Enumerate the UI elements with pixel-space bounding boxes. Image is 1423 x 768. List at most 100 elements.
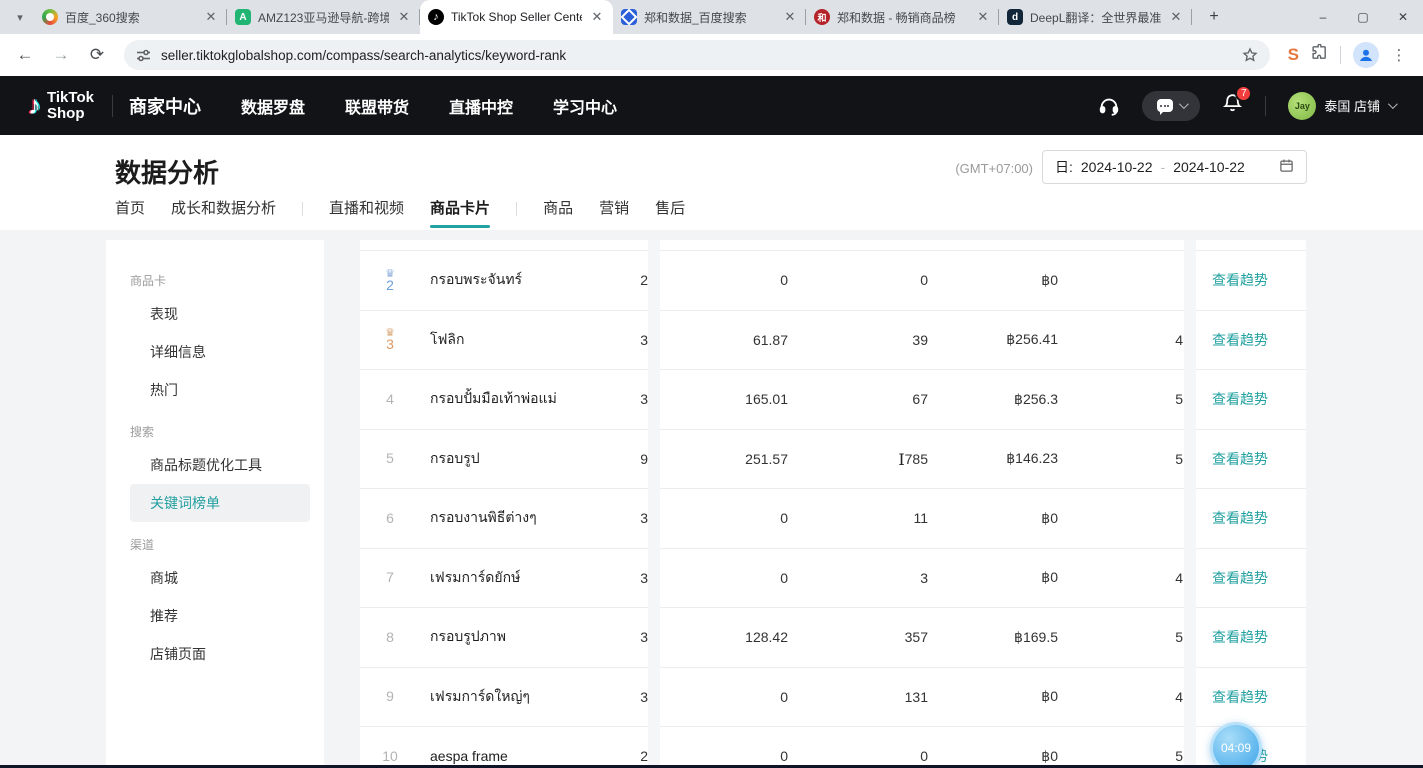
back-button[interactable]: ← — [10, 40, 40, 70]
url-text[interactable]: seller.tiktokglobalshop.com/compass/sear… — [161, 48, 1232, 63]
tab-close-icon[interactable]: ✕ — [396, 9, 412, 25]
metric-cell-a: 251.57 — [648, 451, 788, 467]
notifications-button[interactable]: 7 — [1222, 92, 1243, 119]
sidebar-item[interactable]: 店铺页面 — [130, 635, 310, 673]
site-settings-icon[interactable] — [136, 48, 151, 63]
chevron-down-icon — [1179, 99, 1189, 109]
sidebar-item[interactable]: 商品标题优化工具 — [130, 446, 310, 484]
url-bar[interactable]: seller.tiktokglobalshop.com/compass/sear… — [124, 40, 1270, 70]
page-tab[interactable]: 商品卡片 — [430, 197, 490, 228]
clipped-value-left: 3 — [638, 689, 648, 705]
page-tab[interactable]: 成长和数据分析 — [171, 197, 276, 228]
metric-cell-b: 0 — [788, 272, 928, 288]
forward-button[interactable]: → — [46, 40, 76, 70]
keyword-cell: กรอบงานพิธีต่างๆ — [420, 507, 638, 529]
date-range-picker[interactable]: 日: 2024-10-22 - 2024-10-22 — [1042, 150, 1307, 184]
page-header: 数据分析 (GMT+07:00) 日: 2024-10-22 - 2024-10… — [0, 135, 1423, 230]
metric-cell-gmv: ฿0 — [928, 688, 1058, 705]
shop-switcher[interactable]: Jay 泰国 店铺 — [1288, 92, 1395, 120]
header-nav-item[interactable]: 直播中控 — [449, 94, 513, 118]
header-nav-item[interactable]: 数据罗盘 — [241, 94, 305, 118]
new-tab-button[interactable]: + — [1200, 3, 1228, 31]
table-row: ♛4 กรอบปั้มมือเท้าพ่อแม่ 3 165.01 67 ฿25… — [360, 370, 1306, 430]
keyword-cell: เฟรมการ์ดใหญ่ๆ — [420, 686, 638, 708]
rank-cell: ♛5 — [360, 452, 420, 465]
view-trend-link[interactable]: 查看趋势 — [1198, 449, 1284, 469]
metric-cell-a: 0 — [648, 689, 788, 705]
logo-line2: Shop — [47, 106, 94, 122]
header-nav-item[interactable]: 商家中心 — [129, 93, 201, 119]
view-trend-link[interactable]: 查看趋势 — [1198, 270, 1284, 290]
page-tab[interactable]: 首页 — [115, 197, 145, 228]
minimize-button[interactable]: – — [1303, 0, 1343, 34]
date-end: 2024-10-22 — [1173, 159, 1245, 175]
keyword-cell: กรอบรูปภาพ — [420, 626, 638, 648]
sidebar-item[interactable]: 关键词榜单 — [130, 484, 310, 522]
bookmark-star-icon[interactable] — [1242, 47, 1258, 63]
clipped-value-left: 9 — [638, 451, 648, 467]
floating-timer-bubble[interactable]: 04:09 — [1210, 722, 1262, 768]
keyword-rank-table: ♛2 กรอบพระจันทร์ 2 0 0 ฿0 查看趋势 ♛3 โฟลิก … — [360, 240, 1306, 768]
view-trend-link[interactable]: 查看趋势 — [1198, 508, 1284, 528]
metric-cell-gmv: ฿256.3 — [928, 391, 1058, 408]
view-trend-link[interactable]: 查看趋势 — [1198, 627, 1284, 647]
metric-cell-gmv: ฿0 — [928, 510, 1058, 527]
header-nav-item[interactable]: 学习中心 — [553, 94, 617, 118]
tab-close-icon[interactable]: ✕ — [782, 9, 798, 25]
tab-close-icon[interactable]: ✕ — [589, 9, 605, 25]
sidebar-item[interactable]: 表现 — [130, 295, 310, 333]
support-headset-icon[interactable] — [1098, 95, 1120, 117]
maximize-button[interactable]: ▢ — [1343, 0, 1383, 34]
browser-tab[interactable]: 郑和数据_百度搜索 ✕ — [613, 0, 806, 34]
keyword-cell: aespa frame — [420, 748, 638, 764]
tab-close-icon[interactable]: ✕ — [1168, 9, 1184, 25]
tab-search-chevron-icon[interactable]: ▾ — [6, 3, 34, 31]
page-tab[interactable]: 售后 — [655, 197, 685, 228]
browser-tab-strip: ▾ 百度_360搜索 ✕ A AMZ123亚马逊导航-跨境 ✕ ♪ TikTok… — [0, 0, 1423, 34]
browser-tab[interactable]: 和 郑和数据 - 畅销商品榜 ✕ — [806, 0, 999, 34]
clipped-value-left: 2 — [638, 272, 648, 288]
page-tab[interactable]: 直播和视频 — [329, 197, 404, 228]
view-trend-link[interactable]: 查看趋势 — [1198, 687, 1284, 707]
rank-cell: ♛6 — [360, 512, 420, 525]
browser-tab[interactable]: d DeepL翻译：全世界最准确 ✕ — [999, 0, 1192, 34]
browser-tab[interactable]: ♪ TikTok Shop Seller Center ✕ — [420, 0, 613, 34]
page-tab[interactable]: 营销 — [599, 197, 629, 228]
rank-cell: ♛8 — [360, 631, 420, 644]
tab-title: DeepL翻译：全世界最准确 — [1030, 9, 1161, 26]
metric-cell-gmv: ฿256.41 — [928, 331, 1058, 348]
screen: ▾ 百度_360搜索 ✕ A AMZ123亚马逊导航-跨境 ✕ ♪ TikTok… — [0, 0, 1423, 768]
fixed-column-gap — [648, 240, 660, 768]
keyword-cell: เฟรมการ์ดยักษ์ — [420, 567, 638, 589]
browser-tab[interactable]: 百度_360搜索 ✕ — [34, 0, 227, 34]
view-trend-link[interactable]: 查看趋势 — [1198, 568, 1284, 588]
browser-menu-icon[interactable]: ⋮ — [1391, 46, 1407, 64]
tiktok-favicon: ♪ — [428, 9, 444, 25]
metric-cell-gmv: ฿146.23 — [928, 450, 1058, 467]
sidebar-item[interactable]: 详细信息 — [130, 333, 310, 371]
metric-cell-a: 0 — [648, 748, 788, 764]
browser-profile-avatar[interactable] — [1353, 42, 1379, 68]
sidebar-item[interactable]: 商城 — [130, 559, 310, 597]
browser-tab[interactable]: A AMZ123亚马逊导航-跨境 ✕ — [227, 0, 420, 34]
sidebar-item[interactable]: 热门 — [130, 371, 310, 409]
page-tab[interactable]: 商品 — [543, 197, 573, 228]
page-title: 数据分析 — [115, 153, 219, 190]
header-nav-item[interactable]: 联盟带货 — [345, 94, 409, 118]
view-trend-link[interactable]: 查看趋势 — [1198, 389, 1284, 409]
notification-badge: 7 — [1235, 85, 1252, 102]
tab-close-icon[interactable]: ✕ — [203, 9, 219, 25]
sidebar-item[interactable]: 推荐 — [130, 597, 310, 635]
tab-close-icon[interactable]: ✕ — [975, 9, 991, 25]
close-button[interactable]: ✕ — [1383, 0, 1423, 34]
tab-divider — [516, 202, 517, 216]
extensions-puzzle-icon[interactable] — [1311, 44, 1328, 66]
view-trend-link[interactable]: 查看趋势 — [1198, 330, 1284, 350]
tiktok-shop-logo[interactable]: ♪ TikTok Shop — [28, 90, 94, 122]
clipped-value-left: 3 — [638, 570, 648, 586]
messages-button[interactable] — [1142, 91, 1200, 121]
tab-title: 郑和数据 - 畅销商品榜 — [837, 9, 968, 26]
metric-cell-a: 165.01 — [648, 391, 788, 407]
similarweb-extension-icon[interactable]: S — [1288, 45, 1299, 65]
refresh-button[interactable]: ⟳ — [82, 40, 112, 70]
